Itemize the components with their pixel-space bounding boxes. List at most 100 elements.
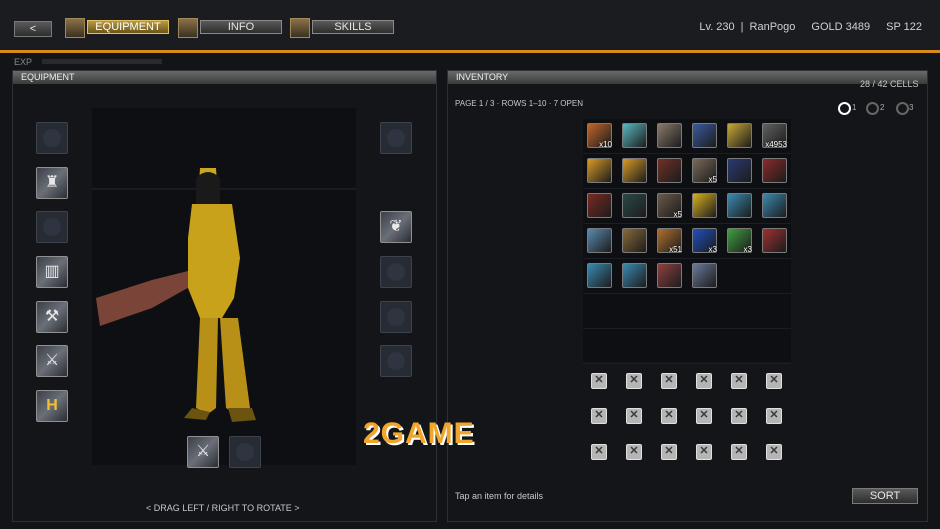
empty-slot-icon (43, 129, 61, 147)
character-preview[interactable] (92, 108, 356, 465)
header-divider (0, 50, 940, 53)
belt-icon: ⚔ (44, 352, 60, 369)
inventory-item[interactable]: x51 (657, 228, 682, 254)
cells-count: 28 / 42 CELLS (860, 79, 919, 89)
page-dot-1[interactable] (838, 102, 851, 115)
equipment-title: EQUIPMENT (13, 71, 436, 84)
equip-slot-right-4[interactable] (380, 301, 412, 333)
locked-cell-icon: ✕ (696, 408, 712, 424)
empty-slot-icon (43, 218, 61, 236)
inventory-item[interactable]: x10 (587, 123, 612, 149)
inventory-item[interactable] (692, 123, 717, 148)
inventory-item[interactable]: x3 (692, 228, 717, 254)
gauntlet-icon: ▥ (44, 263, 60, 280)
page-dot-3-label: 3 (909, 103, 914, 112)
locked-cell-icon: ✕ (626, 408, 642, 424)
equip-slot-right-1[interactable] (380, 122, 412, 154)
inventory-item[interactable] (657, 123, 682, 148)
locked-cell-icon: ✕ (731, 408, 747, 424)
item-quantity: x4953 (765, 140, 787, 149)
offhand-slot[interactable] (229, 436, 261, 468)
item-quantity: x3 (708, 245, 717, 254)
inventory-item[interactable]: x5 (657, 193, 682, 219)
equip-slot-left-2[interactable]: ♜ (36, 167, 68, 199)
locked-cell-icon: ✕ (696, 444, 712, 460)
sp-amount: SP 122 (886, 21, 922, 33)
locked-cell-icon: ✕ (766, 408, 782, 424)
greatsword-blade (96, 270, 202, 326)
rotate-hint: < DRAG LEFT / RIGHT TO ROTATE > (146, 503, 300, 513)
inventory-item[interactable] (762, 158, 787, 183)
armor-icon: ♜ (44, 174, 60, 191)
equip-slot-left-5[interactable]: ⚒ (36, 301, 68, 333)
tab-skills-label: SKILLS (312, 20, 394, 34)
skills-tab-icon (290, 18, 310, 38)
inventory-item[interactable] (657, 158, 682, 183)
inventory-item[interactable] (657, 263, 682, 288)
grid-line (583, 223, 791, 224)
equip-slot-left-6[interactable]: ⚔ (36, 345, 68, 377)
inventory-item[interactable] (692, 193, 717, 218)
equip-slot-right-5[interactable] (380, 345, 412, 377)
grid-line (583, 258, 791, 259)
locked-cell-icon: ✕ (731, 444, 747, 460)
inventory-item[interactable] (727, 193, 752, 218)
gold-amount: GOLD 3489 (811, 21, 871, 33)
grid-line (583, 363, 791, 364)
item-quantity: x10 (599, 140, 612, 149)
sort-button[interactable]: SORT (852, 488, 918, 504)
empty-slot-icon (387, 129, 405, 147)
equip-slot-right-2[interactable]: ❦ (380, 211, 412, 243)
inventory-item[interactable] (622, 193, 647, 218)
watermark-logo: 2GAME (363, 417, 475, 450)
inventory-title: INVENTORY (448, 71, 927, 84)
player-stats: Lv. 230 | RanPogo GOLD 3489 SP 122 (689, 21, 922, 33)
inventory-item[interactable] (587, 263, 612, 288)
page-dot-2[interactable] (866, 102, 879, 115)
open-info: 7 OPEN (553, 99, 583, 108)
inventory-item[interactable] (587, 228, 612, 253)
locked-cell-icon: ✕ (661, 408, 677, 424)
inventory-item[interactable] (762, 228, 787, 253)
inventory-item[interactable]: x4953 (762, 123, 787, 149)
inventory-item[interactable] (622, 158, 647, 183)
page-dot-2-label: 2 (880, 103, 885, 112)
equip-slot-left-1[interactable] (36, 122, 68, 154)
back-button[interactable]: < (14, 21, 52, 37)
item-quantity: x51 (669, 245, 682, 254)
locked-cell-icon: ✕ (766, 373, 782, 389)
locked-cell-icon: ✕ (661, 444, 677, 460)
boots-icon: ⚒ (44, 308, 60, 325)
inventory-item[interactable]: x3 (727, 228, 752, 254)
equipment-tab-icon (65, 18, 85, 38)
item-quantity: x5 (673, 210, 682, 219)
inventory-item[interactable] (587, 158, 612, 183)
equip-slot-right-3[interactable] (380, 256, 412, 288)
equip-slot-left-4[interactable]: ▥ (36, 256, 68, 288)
empty-slot-icon (387, 352, 405, 370)
inventory-item[interactable] (727, 158, 752, 183)
weapon-slot[interactable]: ⚔ (187, 436, 219, 468)
info-tab-icon (178, 18, 198, 38)
tap-hint: Tap an item for details (455, 491, 544, 501)
inventory-item[interactable] (622, 263, 647, 288)
grid-line (583, 188, 791, 189)
equip-slot-left-7[interactable]: H (36, 390, 68, 422)
inventory-item[interactable] (762, 193, 787, 218)
page-dot-3[interactable] (896, 102, 909, 115)
locked-cell-icon: ✕ (661, 373, 677, 389)
empty-slot-icon (236, 443, 254, 461)
inventory-item[interactable] (692, 263, 717, 288)
exp-bar: EXP (14, 57, 164, 67)
inventory-item[interactable] (727, 123, 752, 148)
locked-cell-icon: ✕ (731, 373, 747, 389)
page-dot-1-label: 1 (852, 103, 857, 112)
inventory-item[interactable] (622, 228, 647, 253)
locked-cell-icon: ✕ (591, 408, 607, 424)
inventory-item[interactable] (622, 123, 647, 148)
inventory-item[interactable] (587, 193, 612, 218)
equip-slot-left-3[interactable] (36, 211, 68, 243)
inventory-grid: x10 x4953 x5 x5 x51 x3 x3 (583, 119, 791, 364)
locked-cell-icon: ✕ (626, 444, 642, 460)
inventory-item[interactable]: x5 (692, 158, 717, 184)
